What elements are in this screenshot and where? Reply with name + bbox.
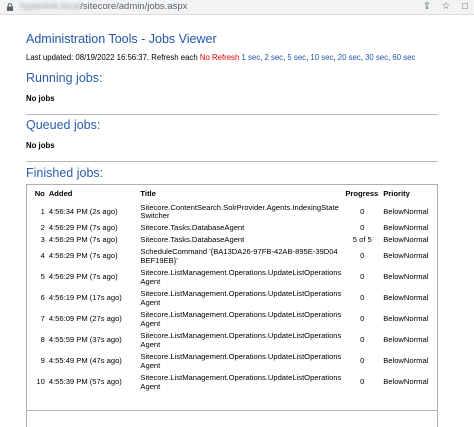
refresh-10-sec-link[interactable]: 10 sec [310, 53, 333, 62]
table-row: 4 4:56:29 PM (7s ago) ScheduleCommand '{… [31, 246, 433, 267]
row-priority: BelowNormal [383, 206, 429, 216]
row-no: 3 [40, 234, 45, 244]
row-priority: BelowNormal [383, 314, 429, 324]
row-no: 2 [40, 222, 45, 232]
queued-jobs-title: Queued jobs: [26, 118, 101, 132]
row-priority: BelowNormal [383, 356, 429, 366]
row-priority: BelowNormal [383, 335, 429, 345]
finished-jobs-panel: No Added Title Progress Priority 1 4:56:… [26, 184, 438, 427]
share-icon[interactable]: ⇪ [422, 2, 432, 12]
row-no: 10 [36, 377, 45, 387]
refresh-5-sec-link[interactable]: 5 sec [287, 53, 306, 62]
queued-jobs-empty: No jobs [26, 141, 55, 150]
row-no: 9 [40, 356, 45, 366]
table-row: 10 4:55:39 PM (57s ago) Sitecore.ListMan… [31, 372, 433, 393]
row-title: ScheduleCommand '{BA13DA26-97FB-42AB-895… [140, 247, 338, 265]
row-no: 8 [40, 335, 45, 345]
table-header-row: No Added Title Progress Priority [31, 189, 433, 202]
row-title: Sitecore.Tasks.DatabaseAgent [140, 222, 245, 232]
row-progress: 0 [360, 222, 365, 232]
row-progress: 0 [360, 251, 365, 261]
row-priority: BelowNormal [383, 272, 429, 282]
row-added: 4:56:29 PM (7s ago) [48, 251, 118, 261]
table-row: 5 4:56:29 PM (7s ago) Sitecore.ListManag… [31, 267, 433, 288]
row-priority: BelowNormal [383, 222, 429, 232]
page-title: Jobs Viewer [148, 32, 217, 46]
row-title: Sitecore.ListManagement.Operations.Updat… [140, 373, 342, 391]
row-added: 4:56:19 PM (17s ago) [48, 293, 122, 303]
row-progress: 0 [360, 293, 365, 303]
administration-tools-link[interactable]: Administration Tools [26, 32, 138, 46]
divider [26, 410, 438, 411]
row-title: Sitecore.ListManagement.Operations.Updat… [140, 352, 342, 370]
extensions-icon[interactable]: □ [460, 2, 470, 12]
row-progress: 0 [360, 377, 365, 387]
row-title: Sitecore.ListManagement.Operations.Updat… [140, 268, 342, 286]
row-no: 7 [40, 314, 45, 324]
page-content: Administration Tools - Jobs Viewer Last … [26, 32, 438, 427]
table-row: 1 4:56:34 PM (2s ago) Sitecore.ContentSe… [31, 202, 433, 222]
row-title: Sitecore.ContentSearch.SolrProvider.Agen… [140, 202, 339, 220]
row-progress: 0 [360, 206, 365, 216]
row-title: Sitecore.ListManagement.Operations.Updat… [140, 331, 342, 349]
row-no: 1 [40, 206, 45, 216]
table-row: 7 4:56:09 PM (27s ago) Sitecore.ListMana… [31, 309, 433, 330]
row-no: 4 [40, 251, 45, 261]
row-no: 6 [40, 293, 45, 303]
table-row: 6 4:56:19 PM (17s ago) Sitecore.ListMana… [31, 288, 433, 309]
row-added: 4:55:39 PM (57s ago) [48, 377, 122, 387]
col-title: Title [140, 189, 156, 198]
running-jobs-title: Running jobs: [26, 71, 103, 85]
row-progress: 5 of 5 [352, 234, 372, 244]
divider [26, 114, 438, 115]
no-refresh-label: No Refresh [199, 53, 240, 62]
browser-address-bar[interactable]: hyperlink.local/sitecore/admin/jobs.aspx… [0, 0, 474, 15]
url-host: hyperlink.local [20, 1, 81, 12]
row-priority: BelowNormal [383, 293, 429, 303]
row-progress: 0 [360, 335, 365, 345]
refresh-2-sec-link[interactable]: 2 sec [264, 53, 283, 62]
row-priority: BelowNormal [383, 234, 429, 244]
finished-jobs-table: No Added Title Progress Priority 1 4:56:… [31, 189, 433, 393]
row-added: 4:56:29 PM (7s ago) [48, 222, 118, 232]
col-no: No [34, 189, 45, 198]
refresh-1-sec-link[interactable]: 1 sec [241, 53, 260, 62]
row-added: 4:56:34 PM (2s ago) [48, 206, 118, 216]
refresh-20-sec-link[interactable]: 20 sec [338, 53, 361, 62]
refresh-30-sec-link[interactable]: 30 sec [365, 53, 388, 62]
last-updated-label: Last updated: 08/19/2022 16:56:37. Refre… [26, 53, 200, 62]
running-jobs-empty: No jobs [26, 94, 55, 103]
row-added: 4:56:09 PM (27s ago) [48, 314, 122, 324]
table-row: 3 4:56:29 PM (7s ago) Sitecore.Tasks.Dat… [31, 234, 433, 246]
refresh-60-sec-link[interactable]: 60 sec [392, 53, 415, 62]
page-heading: Administration Tools - Jobs Viewer [26, 32, 438, 48]
col-added: Added [48, 189, 73, 198]
row-added: 4:56:29 PM (7s ago) [48, 234, 118, 244]
lock-icon[interactable] [6, 3, 14, 11]
row-priority: BelowNormal [383, 377, 429, 387]
heading-separator: - [137, 32, 149, 46]
row-progress: 0 [360, 272, 365, 282]
row-title: Sitecore.ListManagement.Operations.Updat… [140, 289, 342, 307]
row-added: 4:55:49 PM (47s ago) [48, 356, 122, 366]
url-text[interactable]: hyperlink.local/sitecore/admin/jobs.aspx [20, 1, 187, 12]
row-priority: BelowNormal [383, 251, 429, 261]
row-added: 4:56:29 PM (7s ago) [48, 272, 118, 282]
row-added: 4:55:59 PM (37s ago) [48, 335, 122, 345]
table-row: 2 4:56:29 PM (7s ago) Sitecore.Tasks.Dat… [31, 222, 433, 234]
bookmark-star-icon[interactable]: ☆ [441, 2, 451, 12]
row-progress: 0 [360, 314, 365, 324]
row-progress: 0 [360, 356, 365, 366]
row-title: Sitecore.ListManagement.Operations.Updat… [140, 310, 342, 328]
col-progress: Progress [345, 189, 379, 198]
col-priority: Priority [383, 189, 410, 198]
table-row: 9 4:55:49 PM (47s ago) Sitecore.ListMana… [31, 351, 433, 372]
table-row: 8 4:55:59 PM (37s ago) Sitecore.ListMana… [31, 330, 433, 351]
finished-jobs-title: Finished jobs: [26, 166, 104, 180]
url-path: /sitecore/admin/jobs.aspx [80, 1, 188, 12]
row-no: 5 [40, 272, 45, 282]
divider [26, 161, 438, 162]
row-title: Sitecore.Tasks.DatabaseAgent [140, 234, 245, 244]
last-updated-line: Last updated: 08/19/2022 16:56:37. Refre… [26, 53, 416, 62]
